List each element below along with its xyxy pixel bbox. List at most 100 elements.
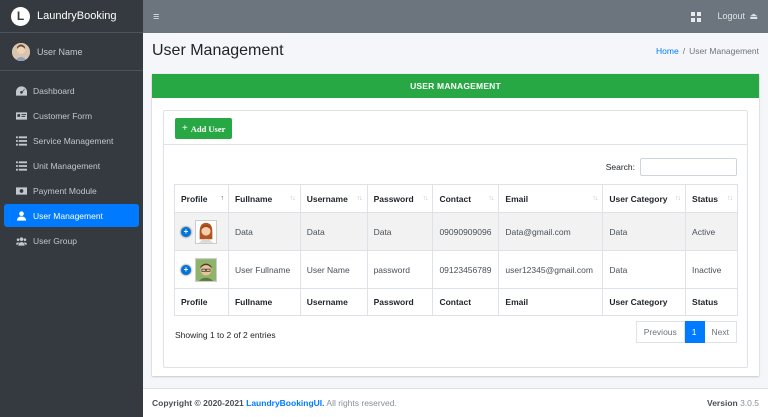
list-icon: [15, 160, 27, 171]
add-user-button[interactable]: + Add User: [175, 118, 233, 139]
brand-name: LaundryBooking: [37, 10, 117, 22]
sidebar-nav: Dashboard Customer Form Service Manageme…: [0, 71, 143, 262]
sidebar-item-unit-management[interactable]: Unit Management: [4, 154, 139, 177]
status-cell: Inactive: [685, 250, 738, 289]
table-footer-row: Profile Fullname Username Password Conta…: [174, 288, 738, 316]
logout-label: Logout: [717, 11, 745, 21]
topbar: ≡ Logout ⏏: [143, 0, 768, 33]
column-header-fullname[interactable]: Fullname ↑↓: [227, 184, 301, 213]
breadcrumb-separator: /: [682, 46, 686, 56]
footer: Copyright © 2020-2021 LaundryBookingUI. …: [143, 388, 768, 417]
fullname-cell: Data: [227, 212, 301, 251]
money-icon: [15, 186, 27, 196]
fullname-cell: User Fullname: [227, 250, 301, 289]
sort-icon: ↑↓: [727, 195, 733, 202]
sort-icon: ↑↓: [289, 195, 296, 202]
inner-card-header: + Add User: [164, 111, 747, 145]
tachometer-icon: [15, 85, 27, 96]
hamburger-menu-icon[interactable]: ≡: [153, 11, 159, 23]
sidebar: L LaundryBooking User Name Dashboard Cus…: [0, 0, 143, 417]
sidebar-item-label: Dashboard: [33, 85, 75, 96]
search-label: Search:: [605, 162, 635, 172]
footer-user-category: User Category: [602, 288, 687, 316]
rights-text: All rights reserved.: [324, 398, 397, 408]
sidebar-item-payment-module[interactable]: Payment Module: [4, 179, 139, 202]
users-icon: [15, 236, 27, 246]
page-1-button[interactable]: 1: [684, 321, 705, 343]
sidebar-item-label: Payment Module: [33, 185, 97, 196]
sort-icon: ↑↓: [675, 195, 681, 202]
profile-cell: +: [174, 250, 229, 289]
sort-icon: ↑↓: [356, 195, 363, 202]
table-header-row: Profile ↑ Fullname ↑↓ Username ↑↓ Password ↑…: [174, 184, 738, 213]
version-number: 3.0.5: [737, 398, 759, 408]
topbar-right: Logout ⏏: [691, 11, 758, 22]
expand-row-icon[interactable]: +: [181, 226, 191, 237]
user-management-card: USER MANAGEMENT + Add User Search: Profi…: [152, 74, 759, 376]
version-label: Version: [707, 398, 738, 408]
email-cell: Data@gmail.com: [498, 212, 604, 251]
page-title: User Management: [152, 42, 284, 59]
column-header-username[interactable]: Username ↑↓: [299, 184, 368, 213]
next-page-button[interactable]: Next: [704, 321, 737, 343]
list-icon: [15, 135, 27, 146]
category-cell: Data: [602, 212, 687, 251]
expand-row-icon[interactable]: +: [181, 264, 191, 275]
sidebar-item-label: Service Management: [33, 135, 114, 146]
password-cell: password: [366, 250, 434, 289]
inner-card: + Add User Search: Profile ↑ Fullname ↑↓ U…: [163, 110, 748, 368]
table-row[interactable]: + User Fullname User Name password 09123…: [174, 250, 738, 289]
category-cell: Data: [602, 250, 687, 289]
column-header-email[interactable]: Email ↑↓: [498, 184, 604, 213]
sidebar-item-customer-form[interactable]: Customer Form: [4, 104, 139, 127]
copyright: Copyright © 2020-2021 LaundryBookingUI. …: [152, 398, 397, 408]
column-header-profile[interactable]: Profile ↑: [174, 184, 229, 213]
content-header: User Management Home / User Management: [152, 40, 759, 62]
contact-cell: 09123456789: [432, 250, 500, 289]
brand-logo: L: [11, 6, 30, 26]
search-row: Search:: [606, 158, 737, 176]
copyright-prefix: Copyright © 2020-2021: [152, 398, 247, 408]
users-table: Profile ↑ Fullname ↑↓ Username ↑↓ Password ↑…: [174, 184, 738, 316]
sidebar-item-label: User Management: [33, 210, 103, 221]
footer-contact: Contact: [432, 288, 500, 316]
email-cell: user12345@gmail.com: [498, 250, 604, 289]
plus-icon: +: [182, 123, 188, 134]
footer-password: Password: [366, 288, 434, 316]
profile-avatar: [195, 219, 217, 244]
column-header-password[interactable]: Password ↑↓: [366, 184, 434, 213]
username-cell: Data: [299, 212, 368, 251]
sort-icon: ↑↓: [488, 195, 494, 202]
sidebar-item-service-management[interactable]: Service Management: [4, 129, 139, 152]
version: Version 3.0.5: [707, 398, 759, 408]
logout-link[interactable]: Logout ⏏: [717, 11, 758, 22]
add-user-label: Add User: [190, 123, 226, 134]
profile-avatar: [195, 257, 217, 282]
user-panel[interactable]: User Name: [0, 33, 143, 71]
id-card-icon: [15, 111, 27, 121]
password-cell: Data: [366, 212, 434, 251]
footer-fullname: Fullname: [227, 288, 301, 316]
user-icon: [15, 210, 27, 221]
footer-brand-link[interactable]: LaundryBookingUI.: [246, 398, 324, 408]
footer-status: Status: [685, 288, 738, 316]
sort-icon: ↑↓: [592, 195, 598, 202]
search-input[interactable]: [640, 158, 737, 176]
footer-profile: Profile: [174, 288, 229, 316]
brand[interactable]: L LaundryBooking: [0, 0, 143, 33]
breadcrumb-home-link[interactable]: Home: [656, 46, 679, 56]
table-info: Showing 1 to 2 of 2 entries: [175, 330, 276, 340]
avatar: [12, 42, 30, 61]
column-header-status[interactable]: Status ↑↓: [685, 184, 738, 213]
grid-icon[interactable]: [691, 11, 702, 22]
previous-page-button[interactable]: Previous: [635, 321, 685, 343]
column-header-user-category[interactable]: User Category ↑↓: [602, 184, 687, 213]
contact-cell: 09090909096: [432, 212, 500, 251]
table-row[interactable]: + Data Data Data 09090909096 Data@gmail.…: [174, 212, 738, 251]
column-header-contact[interactable]: Contact ↑↓: [432, 184, 500, 213]
sidebar-item-user-group[interactable]: User Group: [4, 229, 139, 252]
breadcrumb: Home / User Management: [656, 46, 759, 56]
sidebar-item-user-management[interactable]: User Management: [4, 204, 139, 227]
profile-cell: +: [174, 212, 229, 251]
sidebar-item-dashboard[interactable]: Dashboard: [4, 79, 139, 102]
